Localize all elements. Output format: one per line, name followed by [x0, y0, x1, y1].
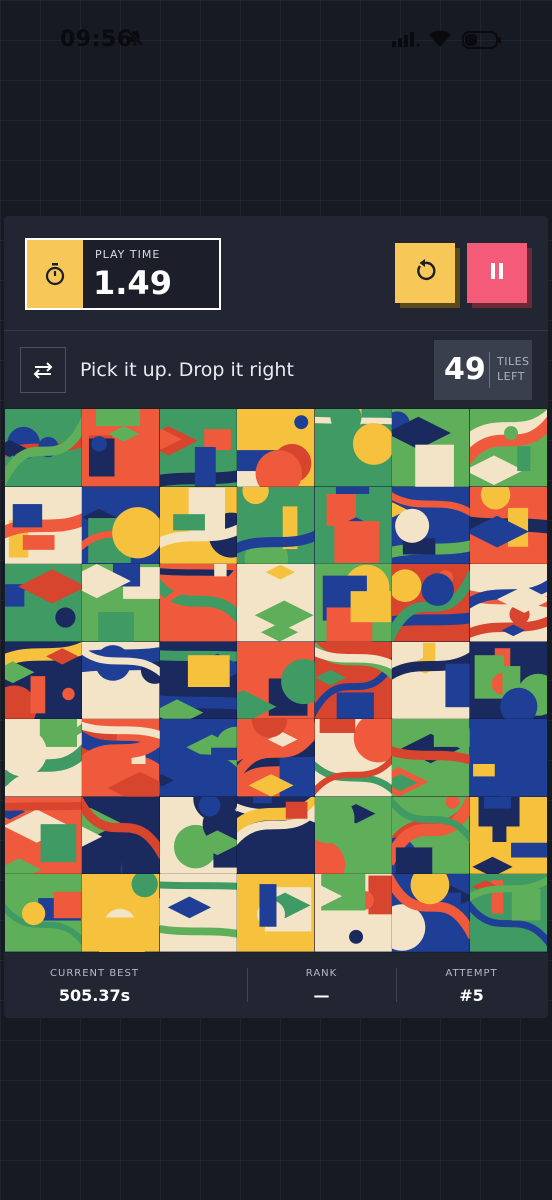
puzzle-tile[interactable]	[313, 408, 394, 488]
puzzle-tile[interactable]	[468, 873, 548, 953]
swap-arrows-icon	[20, 347, 66, 393]
puzzle-tile[interactable]	[81, 795, 161, 876]
puzzle-tile[interactable]	[236, 795, 316, 876]
puzzle-tile[interactable]	[81, 408, 161, 488]
puzzle-tile[interactable]	[81, 563, 161, 643]
puzzle-tile[interactable]	[313, 563, 394, 643]
puzzle-tile[interactable]	[468, 795, 548, 876]
puzzle-tile[interactable]	[313, 640, 394, 721]
puzzle-tile[interactable]	[313, 485, 394, 566]
puzzle-tile[interactable]	[81, 873, 161, 953]
puzzle-board	[4, 408, 548, 953]
puzzle-tile[interactable]	[391, 485, 471, 566]
puzzle-tile[interactable]	[81, 718, 161, 798]
puzzle-tile[interactable]	[4, 795, 84, 876]
puzzle-tile[interactable]	[158, 485, 239, 566]
restart-icon	[413, 259, 437, 287]
puzzle-tile[interactable]	[236, 563, 316, 643]
stat-value: 505.37s	[58, 986, 131, 1005]
stat-label: ATTEMPT	[445, 968, 498, 979]
signal-icon	[392, 31, 420, 51]
header-divider	[4, 330, 548, 331]
wifi-icon	[428, 29, 452, 53]
restart-button[interactable]	[395, 243, 455, 303]
puzzle-tile[interactable]	[468, 485, 548, 566]
puzzle-tile[interactable]	[158, 408, 239, 488]
puzzle-tile[interactable]	[158, 795, 239, 876]
puzzle-tile[interactable]	[313, 795, 394, 876]
puzzle-tile[interactable]	[468, 718, 548, 798]
pause-button[interactable]	[467, 243, 527, 303]
tiles-left-counter: 49 TILES LEFT	[434, 340, 532, 400]
puzzle-tile[interactable]	[4, 718, 84, 798]
play-time-label: PLAY TIME	[95, 248, 161, 261]
stat-current-best: CURRENT BEST 505.37s	[4, 960, 185, 1018]
puzzle-tile[interactable]	[158, 563, 239, 643]
puzzle-tile[interactable]	[391, 795, 471, 876]
puzzle-tile[interactable]	[391, 718, 471, 798]
puzzle-tile[interactable]	[468, 640, 548, 721]
puzzle-tile[interactable]	[4, 563, 84, 643]
stat-attempt: ATTEMPT #5	[381, 960, 548, 1018]
puzzle-tile[interactable]	[236, 408, 316, 488]
bell-muted-icon	[126, 29, 144, 51]
status-time: 09:56	[60, 27, 133, 52]
puzzle-tile[interactable]	[236, 873, 316, 953]
puzzle-tile[interactable]	[391, 640, 471, 721]
puzzle-tile[interactable]	[391, 408, 471, 488]
play-time-value: 1.49	[93, 264, 172, 302]
puzzle-tile[interactable]	[4, 873, 84, 953]
stopwatch-icon	[27, 240, 83, 308]
puzzle-tile[interactable]	[391, 873, 471, 953]
puzzle-tile[interactable]	[81, 640, 161, 721]
puzzle-tile[interactable]	[158, 640, 239, 721]
tiles-left-count: 49	[444, 352, 486, 387]
status-bar: 09:56	[0, 0, 552, 80]
puzzle-tile[interactable]	[468, 563, 548, 643]
hint-text: Pick it up. Drop it right	[80, 359, 294, 381]
puzzle-tile[interactable]	[236, 485, 316, 566]
puzzle-tile[interactable]	[236, 640, 316, 721]
pause-icon	[487, 261, 507, 285]
tiles-left-label-bottom: LEFT	[497, 370, 525, 383]
puzzle-tile[interactable]	[4, 485, 84, 566]
puzzle-tile[interactable]	[4, 408, 84, 488]
puzzle-tile[interactable]	[313, 718, 394, 798]
puzzle-tile[interactable]	[158, 718, 239, 798]
puzzle-tile[interactable]	[236, 718, 316, 798]
puzzle-tile[interactable]	[81, 485, 161, 566]
play-time-display: PLAY TIME 1.49	[25, 238, 221, 310]
puzzle-tile[interactable]	[158, 873, 239, 953]
tiles-left-divider	[489, 352, 490, 388]
battery-icon	[462, 30, 502, 54]
puzzle-tile[interactable]	[391, 563, 471, 643]
puzzle-tile[interactable]	[4, 640, 84, 721]
stat-value: #5	[459, 986, 484, 1005]
tiles-left-label-top: TILES	[497, 355, 530, 368]
game-panel: PLAY TIME 1.49 Pick it up. Drop it right…	[4, 216, 548, 1018]
puzzle-tile[interactable]	[468, 408, 548, 488]
puzzle-tile[interactable]	[313, 873, 394, 953]
stats-bar: CURRENT BEST 505.37s RANK — ATTEMPT #5	[4, 960, 548, 1018]
stat-label: CURRENT BEST	[50, 968, 139, 979]
